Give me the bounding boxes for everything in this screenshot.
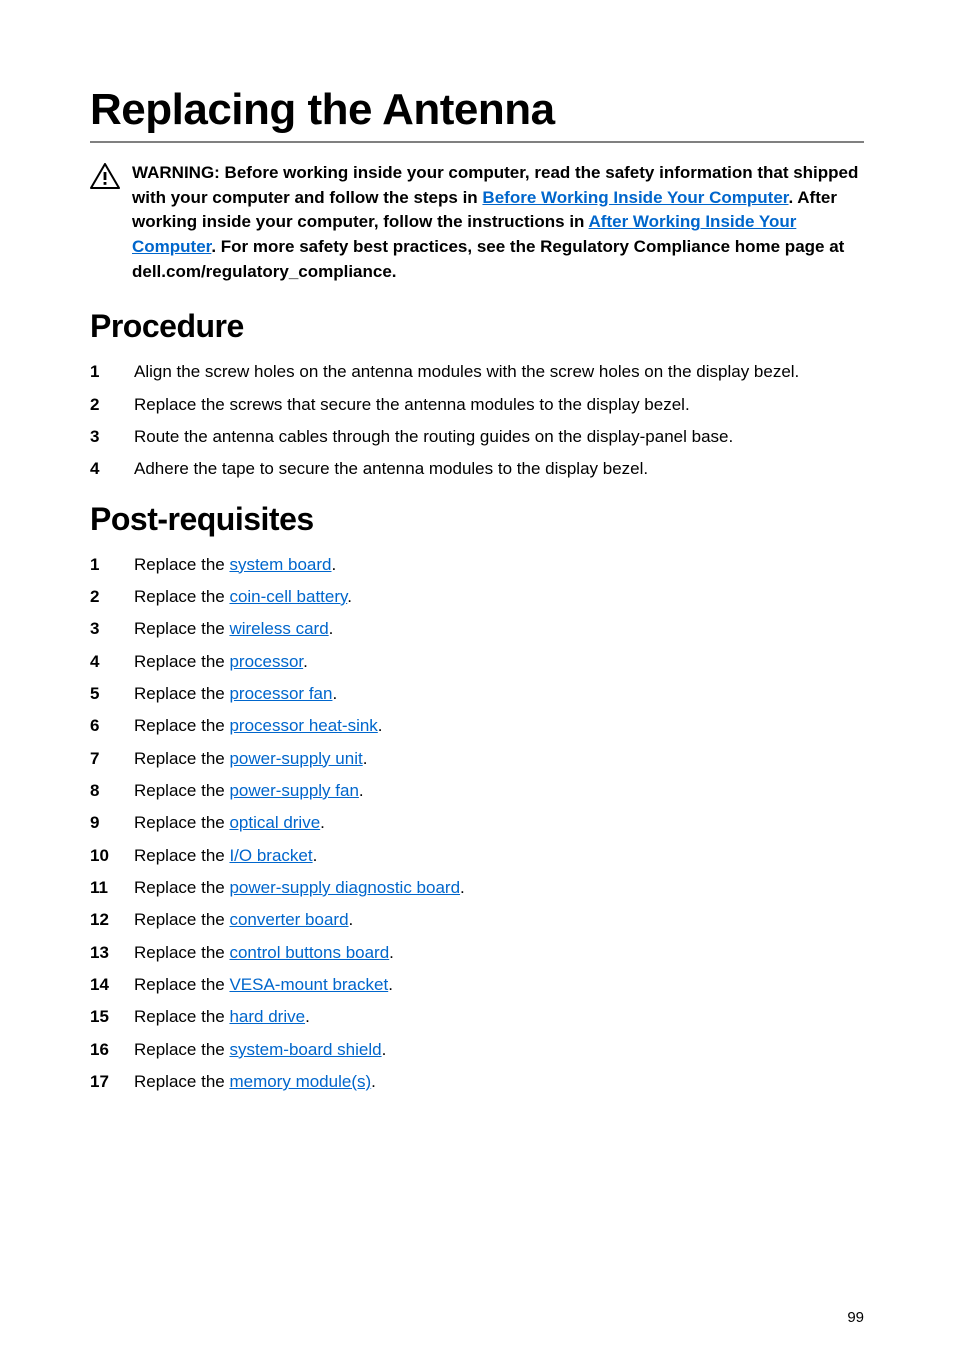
link-processor-heat-sink[interactable]: processor heat-sink bbox=[229, 716, 377, 735]
page-number: 99 bbox=[847, 1309, 864, 1326]
replace-prefix: Replace the bbox=[134, 813, 229, 832]
link-memory-modules[interactable]: memory module(s) bbox=[229, 1072, 371, 1091]
replace-prefix: Replace the bbox=[134, 555, 229, 574]
postreq-step: 7Replace the power-supply unit. bbox=[90, 746, 864, 772]
link-coin-cell-battery[interactable]: coin-cell battery bbox=[229, 587, 347, 606]
link-before-working[interactable]: Before Working Inside Your Computer bbox=[482, 188, 788, 207]
procedure-step: 4Adhere the tape to secure the antenna m… bbox=[90, 456, 864, 482]
link-converter-board[interactable]: converter board bbox=[229, 910, 348, 929]
warning-block: WARNING: Before working inside your comp… bbox=[90, 161, 864, 284]
procedure-step: 2Replace the screws that secure the ante… bbox=[90, 392, 864, 418]
warning-icon bbox=[90, 163, 120, 189]
replace-prefix: Replace the bbox=[134, 846, 229, 865]
postreq-step: 13Replace the control buttons board. bbox=[90, 940, 864, 966]
replace-prefix: Replace the bbox=[134, 910, 229, 929]
post-requisites-list: 1Replace the system board. 2Replace the … bbox=[90, 552, 864, 1096]
replace-prefix: Replace the bbox=[134, 587, 229, 606]
replace-prefix: Replace the bbox=[134, 1040, 229, 1059]
replace-prefix: Replace the bbox=[134, 619, 229, 638]
replace-prefix: Replace the bbox=[134, 684, 229, 703]
postreq-step: 11Replace the power-supply diagnostic bo… bbox=[90, 875, 864, 901]
link-optical-drive[interactable]: optical drive bbox=[229, 813, 320, 832]
warning-part-3: . For more safety best practices, see th… bbox=[132, 237, 844, 281]
postreq-step: 3Replace the wireless card. bbox=[90, 616, 864, 642]
link-processor-fan[interactable]: processor fan bbox=[229, 684, 332, 703]
replace-prefix: Replace the bbox=[134, 652, 229, 671]
postreq-step: 4Replace the processor. bbox=[90, 649, 864, 675]
step-text: Align the screw holes on the antenna mod… bbox=[134, 362, 799, 381]
step-text: Adhere the tape to secure the antenna mo… bbox=[134, 459, 648, 478]
postreq-step: 8Replace the power-supply fan. bbox=[90, 778, 864, 804]
postreq-step: 9Replace the optical drive. bbox=[90, 810, 864, 836]
link-power-supply-unit[interactable]: power-supply unit bbox=[229, 749, 362, 768]
postreq-step: 15Replace the hard drive. bbox=[90, 1004, 864, 1030]
post-requisites-heading: Post-requisites bbox=[90, 501, 864, 538]
link-system-board[interactable]: system board bbox=[229, 555, 331, 574]
link-system-board-shield[interactable]: system-board shield bbox=[229, 1040, 381, 1059]
step-text: Route the antenna cables through the rou… bbox=[134, 427, 733, 446]
warning-text: WARNING: Before working inside your comp… bbox=[132, 161, 864, 284]
link-control-buttons-board[interactable]: control buttons board bbox=[229, 943, 389, 962]
procedure-step: 3Route the antenna cables through the ro… bbox=[90, 424, 864, 450]
replace-prefix: Replace the bbox=[134, 943, 229, 962]
replace-prefix: Replace the bbox=[134, 878, 229, 897]
step-text: Replace the screws that secure the anten… bbox=[134, 395, 690, 414]
link-wireless-card[interactable]: wireless card bbox=[229, 619, 328, 638]
postreq-step: 10Replace the I/O bracket. bbox=[90, 843, 864, 869]
procedure-step: 1Align the screw holes on the antenna mo… bbox=[90, 359, 864, 385]
postreq-step: 17Replace the memory module(s). bbox=[90, 1069, 864, 1095]
procedure-heading: Procedure bbox=[90, 308, 864, 345]
page-title: Replacing the Antenna bbox=[90, 85, 864, 143]
link-io-bracket[interactable]: I/O bracket bbox=[229, 846, 312, 865]
replace-prefix: Replace the bbox=[134, 749, 229, 768]
postreq-step: 6Replace the processor heat-sink. bbox=[90, 713, 864, 739]
postreq-step: 5Replace the processor fan. bbox=[90, 681, 864, 707]
postreq-step: 2Replace the coin-cell battery. bbox=[90, 584, 864, 610]
postreq-step: 16Replace the system-board shield. bbox=[90, 1037, 864, 1063]
postreq-step: 1Replace the system board. bbox=[90, 552, 864, 578]
postreq-step: 12Replace the converter board. bbox=[90, 907, 864, 933]
replace-prefix: Replace the bbox=[134, 1072, 229, 1091]
replace-prefix: Replace the bbox=[134, 716, 229, 735]
link-hard-drive[interactable]: hard drive bbox=[229, 1007, 305, 1026]
procedure-list: 1Align the screw holes on the antenna mo… bbox=[90, 359, 864, 482]
link-power-supply-diagnostic-board[interactable]: power-supply diagnostic board bbox=[229, 878, 460, 897]
replace-prefix: Replace the bbox=[134, 975, 229, 994]
link-processor[interactable]: processor bbox=[229, 652, 303, 671]
replace-prefix: Replace the bbox=[134, 1007, 229, 1026]
link-power-supply-fan[interactable]: power-supply fan bbox=[229, 781, 358, 800]
replace-prefix: Replace the bbox=[134, 781, 229, 800]
link-vesa-mount-bracket[interactable]: VESA-mount bracket bbox=[229, 975, 388, 994]
postreq-step: 14Replace the VESA-mount bracket. bbox=[90, 972, 864, 998]
